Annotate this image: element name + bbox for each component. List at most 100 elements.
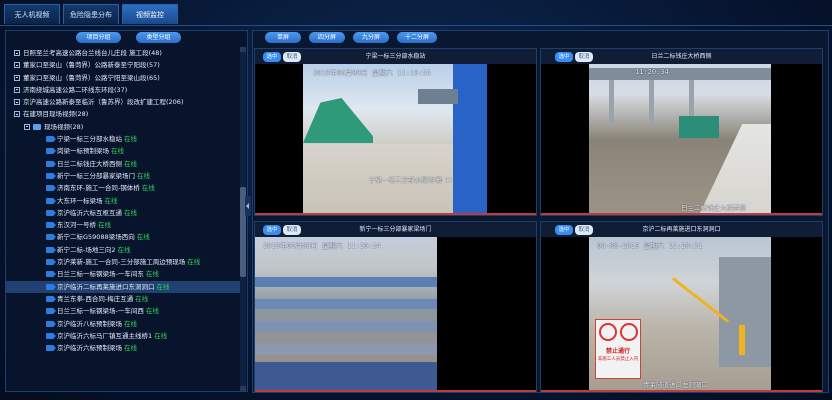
tab-hazard-distribution[interactable]: 危险隐患分布 (63, 4, 119, 24)
tree-camera-item[interactable]: 大东环一标梁场 在线 (6, 195, 242, 207)
layout-single-button[interactable]: 单屏 (265, 32, 301, 43)
group-by-project-button[interactable]: 项目分组 (76, 32, 121, 43)
tree-item-label: 日照至兰考高速公路台兰线台儿庄段 施工段(48) (23, 49, 162, 57)
tree-camera-item[interactable]: 宁梁一标三分部水稳站 在线 (6, 133, 242, 145)
expand-toggle-icon[interactable] (14, 99, 20, 106)
tree-scrollbar[interactable] (240, 47, 246, 391)
tree-group-item[interactable]: 济南绕城高速公路二环线东环段(37) (6, 84, 242, 96)
tree-group-item[interactable]: 京沪高速公路新泰至临沂（鲁苏界）段改扩建工程(206) (6, 96, 242, 108)
online-status: 在线 (111, 147, 124, 156)
video-timestamp: 2019年06月08日 星期六 11:20:24 (263, 242, 381, 250)
video-cell-3[interactable]: 选中 取消 新宁一标三分部暴家梁场门 2019年06月08日 星期六 11:20… (254, 221, 537, 393)
tree-camera-item[interactable]: 京沪莱新-施工一合同-三分部施工周边预现场 在线 (6, 256, 242, 268)
expand-toggle-icon[interactable] (24, 123, 30, 130)
tree-item-label: 董家口至梁山（鲁菏界）公路新泰至宁阳段(57) (23, 61, 160, 70)
tree-camera-item[interactable]: 东汉河一号桥 在线 (6, 219, 242, 231)
tree-group-item[interactable]: 日照至兰考高速公路台兰线台儿庄段 施工段(48) (6, 47, 242, 59)
tree-camera-item[interactable]: 京沪临沂二标再莱施进口东洞洞口 在线 (6, 280, 242, 293)
video-timestamp: 2019年06月08日 星期六 11:19:55 (313, 69, 431, 77)
online-status: 在线 (137, 171, 150, 180)
tree-camera-item[interactable]: 日兰三标一标钢梁场-一车间东 在线 (6, 268, 242, 280)
tree-camera-item[interactable]: 日兰三标一标钢梁场-一车间西 在线 (6, 305, 242, 317)
video-cell-2[interactable]: 选中 取消 日兰二标钱庄大桥西侧 11:20:34 日兰二标钱庄大桥西侧 (540, 48, 823, 216)
layout-nine-button[interactable]: 九分屏 (353, 32, 389, 43)
tree-group-item[interactable]: 在建项目现场视频(28) (6, 108, 242, 120)
tree-item-label: 济南绕城高速公路二环线东环段(37) (23, 85, 128, 94)
online-status: 在线 (145, 270, 159, 279)
online-status: 在线 (154, 331, 168, 340)
online-status: 在线 (141, 184, 155, 193)
camera-icon (46, 332, 56, 339)
tree-item-label: 京沪临沂二标再莱施进口东洞洞口 (57, 282, 155, 291)
video-frame: 2019年06月08日 星期六 11:19:55 宁梁一标三分部水稳站(静 1) (303, 64, 487, 215)
top-tab-bar: 无人机视频 危险隐患分布 视频监控 (0, 0, 832, 28)
video-cell-title: 日兰二标钱庄大桥西侧 (651, 53, 712, 60)
no-entry-icon (620, 323, 638, 341)
group-by-type-button[interactable]: 类型分组 (136, 32, 181, 43)
tab-video-monitoring[interactable]: 视频监控 (122, 4, 178, 24)
video-cell-4[interactable]: 选中 取消 京沪二标再莱施进口东洞洞口 禁止通行 非施工人员禁止入内 06-08… (540, 221, 823, 393)
tree-camera-item[interactable]: 京沪临沂六标互枢互通 在线 (6, 207, 242, 219)
video-frame: 2019年06月08日 星期六 11:20:24 (255, 237, 437, 392)
video-cell-header: 选中 取消 新宁一标三分部暴家梁场门 (255, 222, 536, 237)
tab-drone-video[interactable]: 无人机视频 (4, 4, 60, 24)
tree-folder-item[interactable]: 现场视频(28) (6, 121, 242, 133)
tree-camera-item[interactable]: 京沪临沂八标预制梁场 在线 (6, 318, 242, 330)
video-frame: 禁止通行 非施工人员禁止入内 06-08-2019 星期六 11:20:31 青… (589, 237, 771, 392)
tree-camera-item[interactable]: 青兰东拳-西合同-梅庄互通 在线 (6, 293, 242, 305)
video-cell-1[interactable]: 选中 取消 宁梁一标三分部水稳站 2019年06月08日 星期六 11:19:5… (254, 48, 537, 216)
tree-camera-item[interactable]: 新宁二标G59088梁场西向 在线 (6, 231, 242, 243)
tree-item-label: 东汉河一号桥 (57, 221, 96, 230)
online-status: 在线 (104, 196, 118, 205)
expand-toggle-icon[interactable] (14, 86, 20, 93)
tree-item-label: 日兰二标钱庄大桥西侧 (57, 159, 122, 168)
online-status: 在线 (117, 245, 131, 254)
expand-toggle-icon[interactable] (14, 74, 20, 81)
camera-icon (46, 295, 56, 302)
bridge-pier (649, 80, 654, 125)
collapse-panel-handle-icon[interactable] (245, 196, 251, 216)
tree-item-label: 济南东环-施工一合同-钢体桥 (57, 184, 140, 193)
online-status: 在线 (124, 208, 137, 217)
precast-beams (255, 277, 437, 287)
tree-group-item[interactable]: 董家口至梁山（鲁菏界）公路宁阳至梁山段(65) (6, 72, 242, 84)
no-smoking-icon (599, 323, 617, 341)
precast-beams (255, 343, 437, 355)
expand-toggle-icon[interactable] (14, 62, 20, 69)
video-timestamp: 11:20:34 (635, 68, 669, 76)
tree-item-label: 京沪临沂六标互枢互通 (57, 208, 122, 217)
online-status: 在线 (124, 159, 137, 168)
scroll-up-arrow-icon[interactable] (240, 47, 246, 52)
tree-item-label: 现场视频(28) (44, 122, 84, 131)
green-cover (679, 116, 719, 138)
layout-buttons: 单屏 四分屏 九分屏 十二分屏 (253, 31, 828, 46)
video-cell-title: 新宁一标三分部暴家梁场门 (359, 226, 432, 233)
tree-camera-item[interactable]: 济南东环-施工一合同-钢体桥 在线 (6, 182, 242, 194)
tree-camera-item[interactable]: 京沪临沂六标预制梁场 在线 (6, 342, 242, 354)
expand-toggle-icon[interactable] (14, 50, 20, 56)
tree-item-label: 京沪高速公路新泰至临沂（鲁苏界）段改扩建工程(206) (23, 98, 184, 107)
tree-group-item[interactable]: 董家口至梁山（鲁菏界）公路新泰至宁阳段(57) (6, 59, 242, 71)
building (418, 89, 458, 104)
layout-quad-button[interactable]: 四分屏 (309, 32, 345, 43)
tree-camera-item[interactable]: 新宁二标-场地三向2 在线 (6, 244, 242, 256)
video-cell-header: 选中 取消 宁梁一标三分部水稳站 (255, 49, 536, 64)
tree-camera-item[interactable]: 岗梁一标预制梁场 在线 (6, 145, 242, 157)
tree-item-label: 日兰三标一标钢梁场-一车间东 (57, 270, 144, 279)
tree-item-label: 岗梁一标预制梁场 (57, 147, 109, 156)
video-camera-label: 青莱隧道进口左洞洞口 (643, 381, 708, 389)
blue-equipment (255, 362, 437, 392)
layout-twelve-button[interactable]: 十二分屏 (397, 32, 437, 43)
video-stream-2: 11:20:34 日兰二标钱庄大桥西侧 (541, 64, 822, 215)
tree-camera-item[interactable]: 京沪临沂六标马厂镇互通主线桥1 在线 (6, 330, 242, 342)
expand-toggle-icon[interactable] (14, 111, 20, 118)
online-status: 在线 (124, 344, 137, 353)
tree-camera-item[interactable]: 日兰二标钱庄大桥西侧 在线 (6, 158, 242, 170)
tree-item-label: 新宁二标G59088梁场西向 (57, 233, 135, 242)
tree-item-label: 青兰东拳-西合同-梅庄互通 (57, 294, 134, 303)
blue-fence (453, 64, 487, 215)
tree-camera-item[interactable]: 新宁一标三分部暴家梁场门 在线 (6, 170, 242, 182)
scroll-down-arrow-icon[interactable] (240, 386, 246, 391)
camera-icon (46, 160, 56, 167)
camera-tree-panel: 项目分组 类型分组 日照至兰考高速公路台兰线台儿庄段 施工段(48) 董家口至梁山… (5, 30, 248, 392)
